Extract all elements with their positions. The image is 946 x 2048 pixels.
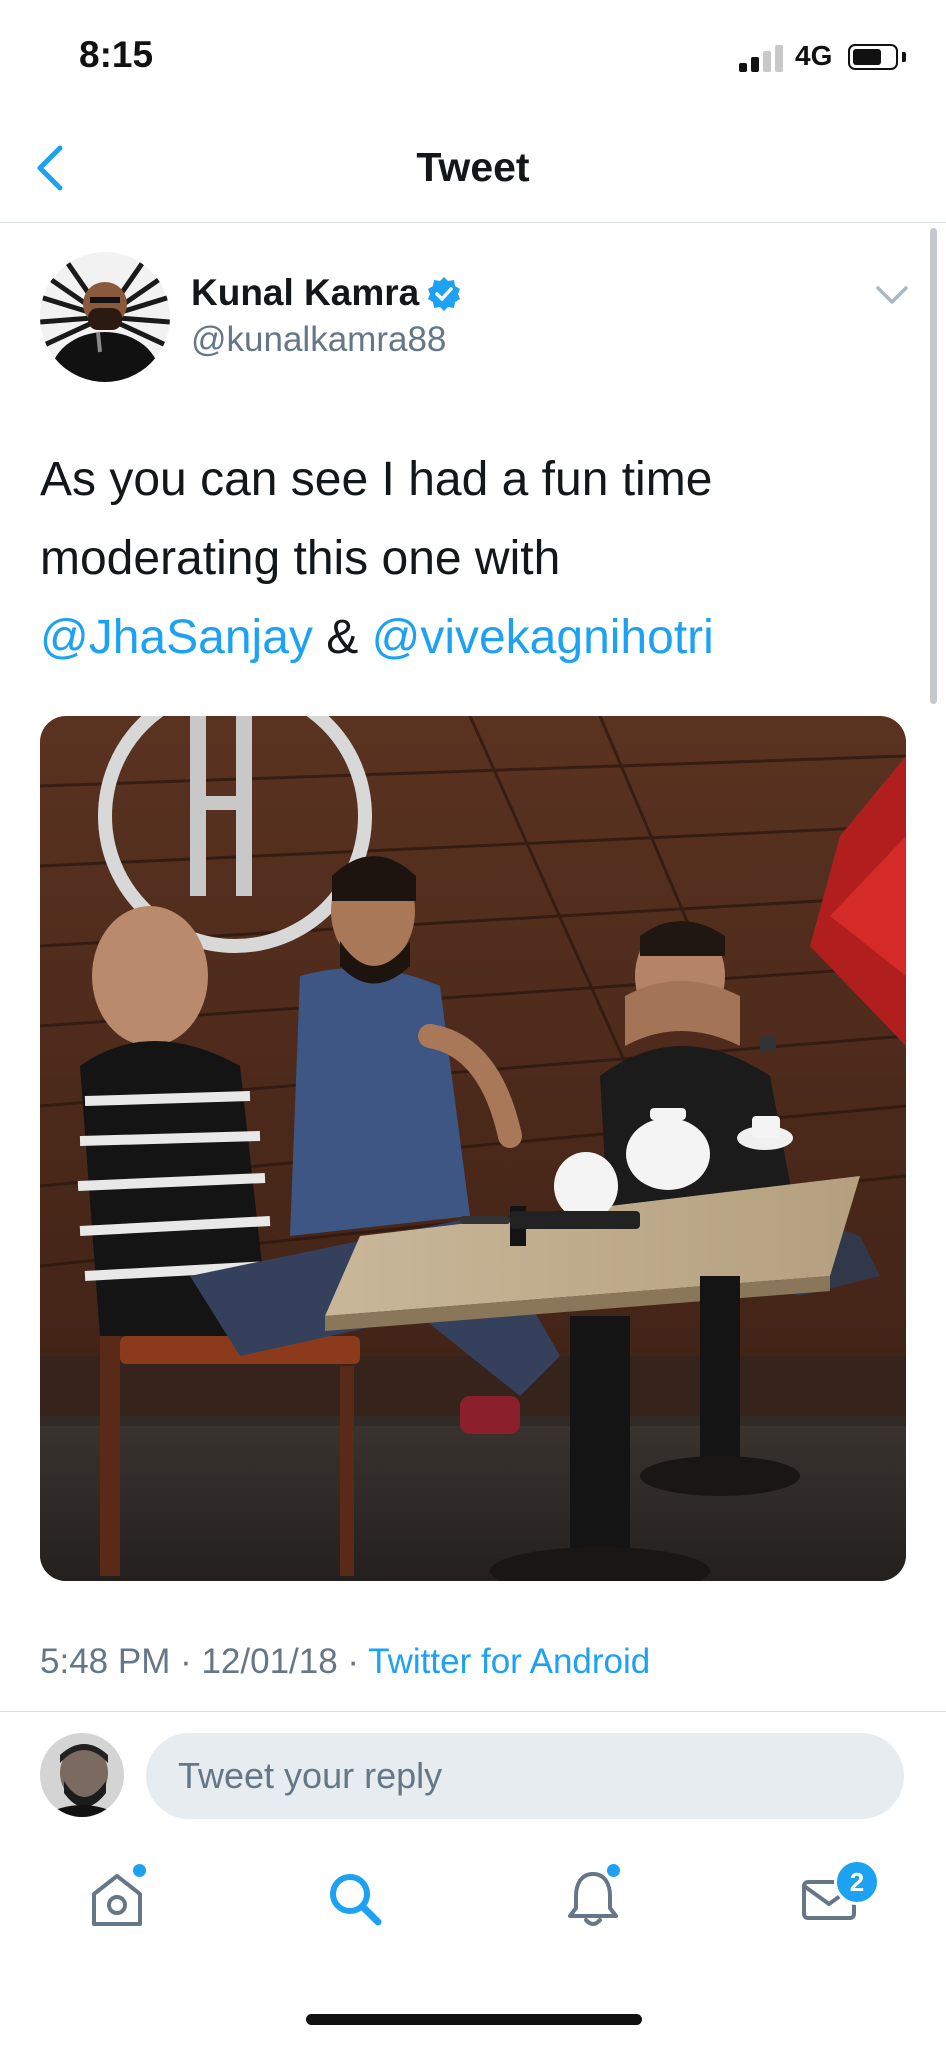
tweet-photo-image (40, 716, 906, 1581)
nav-divider (0, 222, 946, 223)
battery-icon (848, 44, 898, 70)
messages-badge: 2 (834, 1859, 880, 1905)
tweet-meta: 5:48 PM · 12/01/18 · Twitter for Android (40, 1642, 650, 1682)
network-type: 4G (795, 40, 833, 71)
tab-search[interactable] (322, 1866, 388, 1932)
reply-divider (0, 1711, 946, 1712)
author-avatar-image (40, 252, 170, 382)
tweet-text-line: @JhaSanjay & @vivekagnihotri (40, 598, 900, 677)
reply-input[interactable] (146, 1733, 904, 1819)
home-notification-dot (131, 1862, 148, 1879)
current-user-avatar[interactable] (40, 1733, 124, 1817)
tweet-text-line: As you can see I had a fun time (40, 453, 713, 506)
notifications-dot (605, 1862, 622, 1879)
search-icon (330, 1874, 382, 1926)
ampersand: & (326, 611, 359, 664)
tweet-text-line: moderating this one with (40, 532, 561, 585)
chevron-down-icon[interactable] (874, 282, 910, 308)
tweet-text: As you can see I had a fun time moderati… (40, 440, 900, 677)
author-avatar[interactable] (40, 252, 170, 382)
current-user-avatar-image (40, 1733, 124, 1817)
tweet-timestamp: 5:48 PM · 12/01/18 · (40, 1642, 369, 1681)
scrollbar[interactable] (930, 228, 937, 704)
tweet-source-link[interactable]: Twitter for Android (368, 1642, 650, 1681)
battery-tip (902, 52, 906, 62)
status-time: 8:15 (79, 34, 154, 75)
home-indicator[interactable] (306, 2014, 642, 2025)
mention-link[interactable]: @vivekagnihotri (372, 611, 714, 664)
tweet-photo[interactable] (40, 716, 906, 1581)
page-title: Tweet (416, 144, 530, 190)
mention-link[interactable]: @JhaSanjay (40, 611, 313, 664)
author-handle[interactable]: @kunalkamra88 (191, 320, 446, 360)
author-name[interactable]: Kunal Kamra (191, 272, 419, 314)
signal-strength-icon (739, 44, 787, 72)
verified-badge-icon (428, 277, 460, 311)
